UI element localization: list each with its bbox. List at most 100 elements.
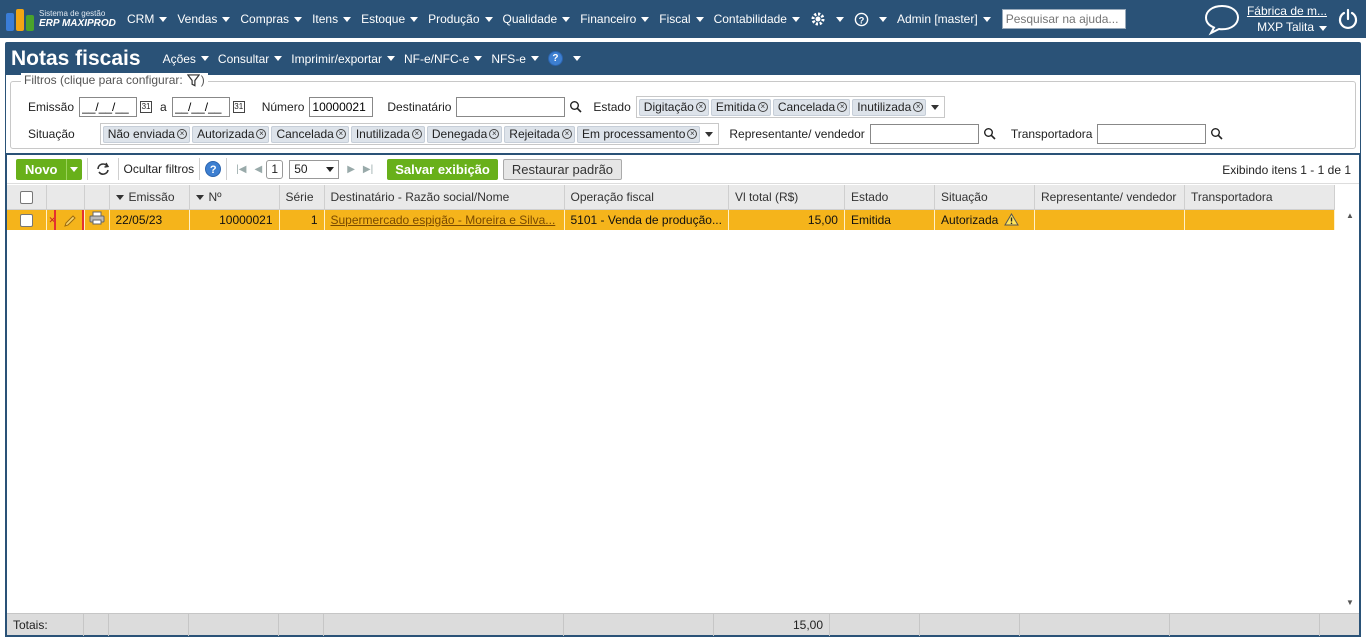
remove-icon[interactable]: × [489,129,500,139]
situacao-tag[interactable]: Cancelada × [271,125,349,143]
restaurar-padrao-button[interactable]: Restaurar padrão [502,158,623,180]
search-icon[interactable] [569,100,583,114]
chevron-down-icon [159,16,168,22]
edit-button[interactable] [53,209,83,230]
power-icon[interactable] [1337,8,1359,30]
printer-icon[interactable] [89,211,105,225]
situacao-tag[interactable]: Denegada × [426,125,503,143]
menu-financeiro[interactable]: Financeiro [580,12,650,26]
col-representante[interactable]: Representante/ vendedor [1034,185,1185,210]
representante-input[interactable] [869,124,979,144]
chevron-down-icon[interactable] [65,158,82,180]
menu-itens[interactable]: Itens [312,12,352,26]
select-all-checkbox[interactable] [19,190,33,204]
destinatario-link[interactable]: Supermercado espigão - Moreira e Silva..… [331,213,556,227]
menu-contabilidade[interactable]: Contabilidade [714,12,800,26]
col-numero[interactable]: Nº [189,185,280,210]
app-logo[interactable]: Sistema de gestão ERP MAXIPROD [0,7,122,31]
ocultar-filtros-button[interactable]: Ocultar filtros [124,162,195,176]
novo-button[interactable]: Novo [16,158,82,180]
remove-icon[interactable]: × [256,129,267,139]
chevron-down-icon[interactable] [928,104,942,110]
remove-icon[interactable]: × [695,102,706,112]
menu-estoque-label: Estoque [361,12,406,26]
scroll-up-icon[interactable]: ▲ [1346,211,1354,220]
situacao-tag[interactable]: Não enviada × [102,125,191,143]
menu-nfse[interactable]: NFS-e [491,52,539,66]
menu-nfe-nfce[interactable]: NF-e/NFC-e [404,52,483,66]
destinatario-label: Destinatário [387,100,452,114]
filters-legend[interactable]: Filtros (clique para configurar: ) [21,73,208,87]
col-vl-total[interactable]: Vl total (R$) [728,185,845,210]
help-menu[interactable]: ? [854,12,887,27]
help-search-input[interactable] [1001,9,1126,29]
salvar-exibicao-button[interactable]: Salvar exibição [387,158,498,180]
menu-producao[interactable]: Produção [428,12,493,26]
last-page-icon[interactable]: ▶| [363,164,373,175]
col-estado[interactable]: Estado [844,185,935,210]
menu-qualidade[interactable]: Qualidade [503,12,571,26]
destinatario-input[interactable] [456,97,566,117]
situacao-multiselect[interactable]: Não enviada × Autorizada × Cancelada × Inut… [99,123,720,145]
estado-tag[interactable]: Digitação × [638,98,709,116]
situacao-tag[interactable]: Autorizada × [192,125,270,143]
user-menu[interactable]: Admin [master] [897,12,991,26]
remove-icon[interactable]: × [687,129,698,139]
remove-icon[interactable]: × [913,102,924,112]
search-icon[interactable] [1210,127,1224,141]
situacao-tag[interactable]: Em processamento × [576,125,701,143]
col-operacao[interactable]: Operação fiscal [564,185,729,210]
page-number-input[interactable]: 1 [266,159,284,179]
situacao-tag[interactable]: Rejeitada × [504,125,575,143]
emissao-to-label: a [160,100,167,114]
menu-fiscal[interactable]: Fiscal [659,12,704,26]
situacao-tag[interactable]: Inutilizada × [350,125,425,143]
col-serie[interactable]: Série [279,185,325,210]
prev-page-icon[interactable]: ◀ [254,164,262,175]
col-situacao[interactable]: Situação [934,185,1035,210]
chevron-down-icon [1319,26,1327,31]
transportadora-input[interactable] [1097,124,1207,144]
calendar-icon[interactable]: 31 [140,101,153,113]
menu-acoes[interactable]: Ações [163,52,209,66]
remove-icon[interactable]: × [561,129,572,139]
menu-consultar[interactable]: Consultar [218,52,283,66]
table-row[interactable]: ✕ 22/05/23 10000021 1 Supermercado espig… [7,209,1335,230]
menu-imprimir-exportar[interactable]: Imprimir/exportar [291,52,395,66]
estado-tag[interactable]: Cancelada × [772,98,851,116]
menu-estoque[interactable]: Estoque [361,12,419,26]
numero-input[interactable] [309,97,374,117]
vertical-scrollbar[interactable]: ▲ ▼ [1342,185,1359,635]
estado-tag[interactable]: Emitida × [710,98,771,116]
col-emissao[interactable]: Emissão [109,185,190,210]
search-icon[interactable] [983,127,997,141]
col-destinatario[interactable]: Destinatário - Razão social/Nome [324,185,565,210]
remove-icon[interactable]: × [757,102,768,112]
page-help-menu[interactable]: ? [547,51,581,66]
settings-menu[interactable] [810,11,844,27]
menu-crm[interactable]: CRM [127,12,168,26]
company-selector[interactable]: Fábrica de m... MXP Talita [1247,3,1327,35]
col-transportadora[interactable]: Transportadora [1184,185,1335,210]
warning-icon[interactable] [1003,212,1019,226]
remove-icon[interactable]: × [837,102,848,112]
remove-icon[interactable]: × [177,129,188,139]
first-page-icon[interactable]: |◀ [236,164,246,175]
row-checkbox[interactable] [19,213,33,227]
next-page-icon[interactable]: ▶ [347,164,355,175]
remove-icon[interactable]: × [411,129,422,139]
menu-vendas[interactable]: Vendas [177,12,231,26]
chevron-down-icon[interactable] [702,131,716,137]
help-icon[interactable]: ? [205,161,222,177]
estado-tag[interactable]: Inutilizada × [852,98,927,116]
scroll-down-icon[interactable]: ▼ [1346,598,1354,607]
estado-multiselect[interactable]: Digitação × Emitida × Cancelada × Inutiliza… [635,96,946,118]
refresh-icon[interactable] [95,162,111,176]
page-size-select[interactable]: 50 [289,159,340,179]
emissao-to-input[interactable] [171,97,230,117]
menu-compras[interactable]: Compras [240,12,303,26]
remove-icon[interactable]: × [335,129,346,139]
emissao-from-input[interactable] [79,97,138,117]
chat-icon[interactable] [1203,2,1241,36]
calendar-icon[interactable]: 31 [232,101,245,113]
